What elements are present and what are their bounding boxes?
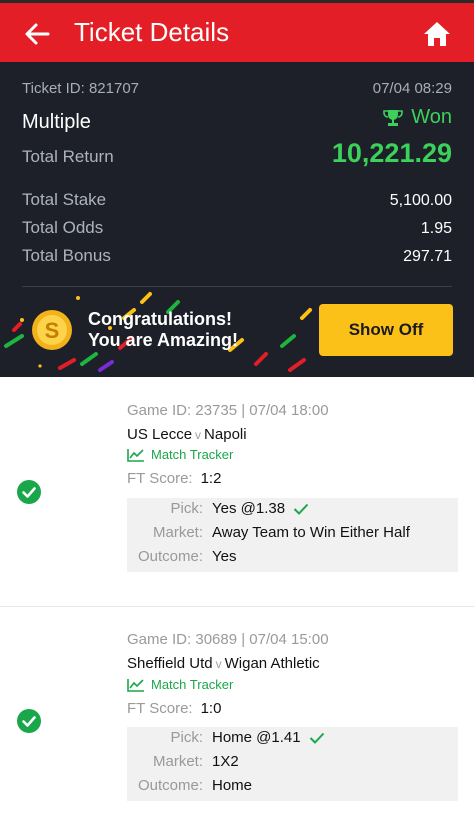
total-return-value: 10,221.29	[331, 138, 452, 168]
congrats-line2: You are Amazing!	[88, 330, 239, 350]
outcome-value: Home	[212, 777, 253, 794]
pick-label: Pick:	[170, 729, 203, 746]
away-team: Wigan Athletic	[224, 655, 320, 672]
home-team: Sheffield Utd	[127, 655, 213, 672]
total-return-label: Total Return	[22, 147, 114, 166]
line-chart-icon	[127, 448, 144, 462]
summary-divider	[22, 286, 452, 287]
outcome-label: Outcome:	[137, 548, 203, 565]
trophy-icon	[383, 109, 404, 126]
ticket-id: Ticket ID: 821707	[22, 80, 140, 97]
ft-score-value: 1:2	[200, 470, 222, 487]
market-value: 1X2	[212, 753, 239, 770]
bet-type: Multiple	[22, 110, 91, 133]
check-icon	[309, 732, 324, 744]
pick-value: Yes @1.38	[212, 500, 309, 517]
pick-details: Pick: Home @1.41 Market: 1X2 Outcome: Ho…	[127, 727, 458, 801]
total-odds-label: Total Odds	[22, 218, 104, 237]
ticket-datetime: 07/04 08:29	[372, 80, 452, 97]
congrats-banner: S Congratulations! You are Amazing! Show…	[0, 288, 474, 377]
page-title: Ticket Details	[74, 17, 230, 47]
away-team: Napoli	[204, 426, 247, 443]
match-tracker-label: Match Tracker	[151, 677, 234, 692]
congrats-line1: Congratulations!	[88, 309, 232, 329]
total-stake-label: Total Stake	[22, 190, 107, 209]
game-id: Game ID: 23735 | 07/04 18:00	[127, 402, 329, 419]
back-arrow-icon[interactable]	[24, 22, 50, 46]
check-circle-icon	[17, 480, 41, 504]
total-odds-value: 1.95	[420, 220, 452, 237]
market-label: Market:	[152, 524, 203, 541]
pick-details: Pick: Yes @1.38 Market: Away Team to Win…	[127, 498, 458, 572]
game-id: Game ID: 30689 | 07/04 15:00	[127, 631, 329, 648]
versus: v	[215, 657, 222, 671]
ticket-summary: Ticket ID: 821707 07/04 08:29 Multiple W…	[0, 62, 474, 288]
ft-score-label: FT Score:	[127, 700, 193, 717]
check-circle-icon	[17, 709, 41, 733]
line-chart-icon	[127, 678, 144, 692]
match-teams: US Lecce v Napoli	[127, 426, 247, 443]
status-badge: Won	[383, 106, 452, 129]
pick-label: Pick:	[170, 500, 203, 517]
home-icon[interactable]	[423, 21, 451, 47]
game-card-1: Game ID: 23735 | 07/04 18:00 US Lecce v Na…	[0, 377, 474, 606]
outcome-label: Outcome:	[137, 777, 203, 794]
pick-value: Home @1.41	[212, 729, 325, 746]
match-tracker-link[interactable]: Match Tracker	[127, 447, 233, 462]
pick-text: Home @1.41	[212, 729, 301, 746]
total-bonus-value: 297.71	[403, 248, 452, 265]
ft-score-label: FT Score:	[127, 470, 193, 487]
match-teams: Sheffield Utd v Wigan Athletic	[127, 655, 320, 672]
top-bar: Ticket Details	[0, 0, 474, 62]
coin-icon: S	[32, 310, 72, 350]
total-stake-value: 5,100.00	[389, 192, 452, 209]
game-card-2: Game ID: 30689 | 07/04 15:00 Sheffield U…	[0, 607, 474, 835]
show-off-button[interactable]: Show Off	[319, 304, 453, 356]
match-tracker-link[interactable]: Match Tracker	[127, 677, 233, 692]
check-icon	[293, 503, 309, 515]
congrats-text: Congratulations! You are Amazing!	[88, 309, 238, 351]
status-label: Won	[411, 106, 452, 128]
market-value: Away Team to Win Either Half	[212, 524, 410, 541]
market-label: Market:	[152, 753, 203, 770]
ft-score-value: 1:0	[200, 700, 222, 717]
total-bonus-label: Total Bonus	[22, 246, 111, 265]
pick-text: Yes @1.38	[212, 500, 286, 517]
ft-score: FT Score: 1:0	[127, 700, 221, 717]
home-team: US Lecce	[127, 426, 193, 443]
svg-text:S: S	[45, 318, 60, 343]
versus: v	[195, 428, 202, 442]
match-tracker-label: Match Tracker	[151, 447, 234, 462]
outcome-value: Yes	[212, 548, 237, 565]
ft-score: FT Score: 1:2	[127, 470, 221, 487]
